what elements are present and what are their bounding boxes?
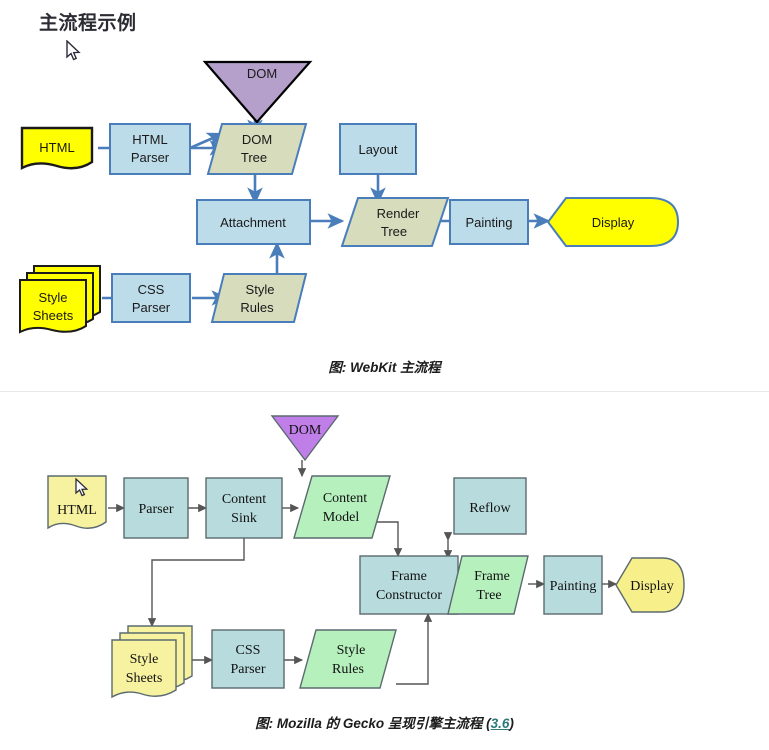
node-label-line2: Constructor [376, 588, 442, 603]
node-label-line2: Parser [131, 150, 170, 165]
node-label-line2: Tree [381, 224, 407, 239]
node-label-line2: Rules [240, 300, 274, 315]
node-label: Display [630, 579, 674, 594]
edges-layer [98, 92, 551, 306]
node-label-line2: Parser [132, 300, 171, 315]
node-label: HTML [39, 140, 74, 155]
node-dom-tree[interactable]: DOM Tree [206, 123, 308, 175]
figure1-caption: 图: WebKit 主流程 [0, 356, 769, 376]
node-label-line2: Sink [231, 511, 257, 526]
node-frame-constructor[interactable]: Frame Constructor [359, 555, 459, 615]
node-label-line1: Style [130, 652, 159, 667]
node-label: Reflow [469, 501, 511, 516]
figure2-caption-link[interactable]: 3.6 [491, 716, 510, 731]
node-label: Painting [466, 215, 513, 230]
node-layout[interactable]: Layout [339, 123, 417, 175]
node-label-line1: CSS [138, 282, 165, 297]
node-reflow[interactable]: Reflow [453, 477, 527, 535]
node-style-sheets[interactable]: Style Sheets [111, 625, 193, 699]
node-css-parser[interactable]: CSS Parser [211, 629, 285, 689]
node-frame-tree[interactable]: Frame Tree [447, 555, 529, 615]
node-label: Layout [358, 142, 397, 157]
node-painting[interactable]: Painting [543, 555, 603, 615]
node-display[interactable]: Display [615, 557, 685, 613]
node-html[interactable]: HTML [47, 475, 107, 530]
section-divider [0, 391, 769, 392]
node-dom-source[interactable]: DOM [270, 415, 340, 462]
node-label: Parser [139, 502, 174, 517]
node-label-line2: Tree [476, 588, 501, 603]
node-content-sink[interactable]: Content Sink [205, 477, 283, 539]
node-label-line1: Frame [474, 569, 510, 584]
node-label-line1: Render [377, 206, 420, 221]
node-label-line1: DOM [242, 132, 272, 147]
node-label-line1: Style [337, 643, 366, 658]
node-css-parser[interactable]: CSS Parser [111, 273, 191, 323]
figure2-caption-suffix: ) [509, 716, 514, 731]
node-html-parser[interactable]: HTML Parser [109, 123, 191, 175]
node-render-tree[interactable]: Render Tree [340, 197, 450, 247]
node-content-model[interactable]: Content Model [293, 475, 391, 539]
node-label-line1: HTML [132, 132, 167, 147]
node-style-rules[interactable]: Style Rules [210, 273, 308, 323]
node-display[interactable]: Display [546, 197, 680, 247]
node-style-rules[interactable]: Style Rules [299, 629, 397, 689]
node-dom-source[interactable]: DOM [202, 60, 313, 124]
node-label: Painting [550, 579, 597, 594]
node-painting[interactable]: Painting [449, 199, 529, 245]
node-html[interactable]: HTML [20, 126, 94, 170]
figure2-caption-text: 图: Mozilla 的 Gecko 呈现引擎主流程 ( [255, 716, 491, 731]
node-label-line1: CSS [236, 643, 261, 658]
node-label: DOM [247, 66, 277, 81]
node-label-line1: Style [39, 290, 68, 305]
node-label: Attachment [220, 215, 286, 230]
node-label-line2: Tree [241, 150, 267, 165]
node-label-line1: Style [246, 282, 275, 297]
node-label-line2: Sheets [126, 671, 163, 686]
node-label-line1: Frame [391, 569, 427, 584]
node-label-line1: Content [222, 492, 266, 507]
node-label-line2: Parser [231, 662, 266, 677]
node-label-line1: Content [323, 491, 367, 506]
figure-gecko-flow: DOM HTML Parser Content Sink Content Mod… [0, 398, 769, 708]
node-label: DOM [289, 423, 322, 438]
figure-webkit-flow: DOM HTML HTML Parser DOM Tree Layout Att… [0, 30, 769, 340]
node-label: Display [592, 215, 635, 230]
node-label-line2: Sheets [33, 308, 74, 323]
node-parser[interactable]: Parser [123, 477, 189, 539]
figure2-caption: 图: Mozilla 的 Gecko 呈现引擎主流程 (3.6) [0, 712, 769, 732]
node-label: HTML [57, 503, 97, 518]
node-label-line2: Model [323, 510, 360, 525]
node-label-line2: Rules [332, 662, 364, 677]
node-attachment[interactable]: Attachment [196, 199, 311, 245]
node-style-sheets[interactable]: Style Sheets [19, 265, 101, 334]
figure1-caption-text: 图: WebKit 主流程 [328, 360, 441, 375]
